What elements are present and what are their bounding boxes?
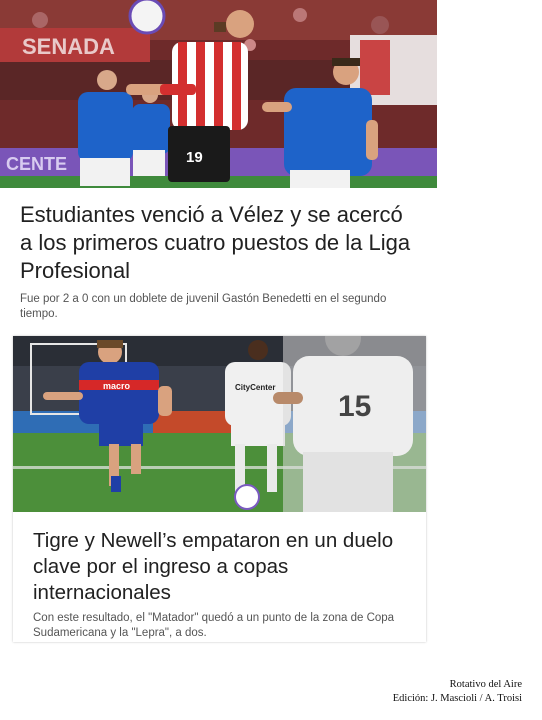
credits-program: Rotativo del Aire [449, 679, 522, 690]
tigre-shirt-sponsor: macro [103, 381, 131, 391]
ad-board-text: CENTE [6, 154, 67, 174]
article-summary: Con este resultado, el "Matador" quedó a… [33, 612, 395, 639]
newells-shirt-sponsor: CityCenter [235, 383, 275, 392]
article-headline[interactable]: Tigre y Newell’s empataron en un duelo c… [33, 528, 418, 606]
article-photo-tigre-newells[interactable]: macro CityCenter 15 [13, 336, 426, 512]
player-number-15: 15 [338, 390, 371, 423]
article-summary: Fue por 2 a 0 con un doblete de juvenil … [20, 293, 387, 320]
article-card-tigre-newells[interactable]: macro CityCenter 15 Tigre y Newell’s emp… [13, 336, 426, 642]
credits: Rotativo del Aire Edición: J. Mascioli /… [393, 678, 522, 706]
article-card-estudiantes[interactable]: SENADA CENTE 19 Estudiantes venció a Vél… [0, 0, 437, 334]
stadium-banner: SENADA [22, 34, 115, 59]
article-headline[interactable]: Estudiantes venció a Vélez y se acercó a… [20, 201, 420, 285]
credits-editors: Edición: J. Mascioli / A. Troisi [392, 693, 522, 704]
article-photo-estudiantes-velez[interactable]: SENADA CENTE 19 [0, 0, 437, 188]
player-number-19: 19 [186, 149, 203, 166]
